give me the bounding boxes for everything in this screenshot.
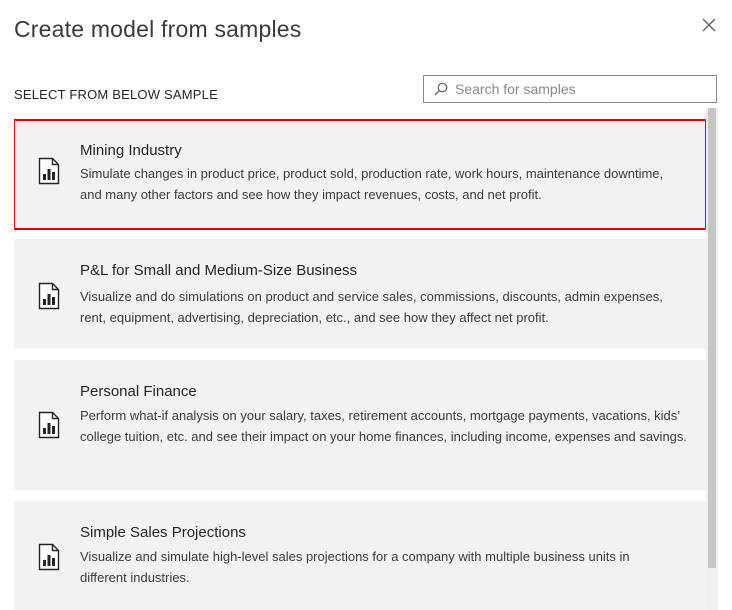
- sample-card-simple-sales-projections[interactable]: Simple Sales Projections Visualize and s…: [14, 501, 706, 610]
- section-label: SELECT FROM BELOW SAMPLE: [14, 87, 218, 102]
- sample-list: Mining Industry Simulate changes in prod…: [14, 108, 718, 610]
- sample-title: Mining Industry: [80, 142, 182, 159]
- sample-card-mining-industry[interactable]: Mining Industry Simulate changes in prod…: [14, 119, 707, 230]
- close-button[interactable]: [698, 14, 720, 36]
- report-chart-icon: [38, 543, 60, 571]
- sample-card-pl-small-medium-business[interactable]: P&L for Small and Medium-Size Business V…: [14, 239, 706, 349]
- report-chart-icon: [38, 411, 60, 439]
- report-chart-icon: [38, 282, 60, 310]
- report-chart-icon: [38, 157, 60, 185]
- scrollbar-thumb[interactable]: [708, 108, 716, 568]
- sample-card-personal-finance[interactable]: Personal Finance Perform what-if analysi…: [14, 360, 706, 490]
- sample-title: P&L for Small and Medium-Size Business: [80, 262, 358, 279]
- search-box[interactable]: [423, 75, 717, 103]
- sample-description: Simulate changes in product price, produ…: [80, 166, 664, 202]
- sample-title: Simple Sales Projections: [80, 524, 246, 541]
- scrollbar[interactable]: [706, 108, 718, 610]
- close-icon: [702, 18, 716, 32]
- sample-description: Visualize and do simulations on product …: [80, 289, 663, 325]
- sample-description: Visualize and simulate high-level sales …: [80, 549, 630, 585]
- sample-title: Personal Finance: [80, 383, 197, 400]
- search-input[interactable]: [455, 81, 695, 97]
- sample-description: Perform what-if analysis on your salary,…: [80, 408, 688, 444]
- dialog-title: Create model from samples: [14, 16, 302, 42]
- search-icon: [433, 81, 449, 97]
